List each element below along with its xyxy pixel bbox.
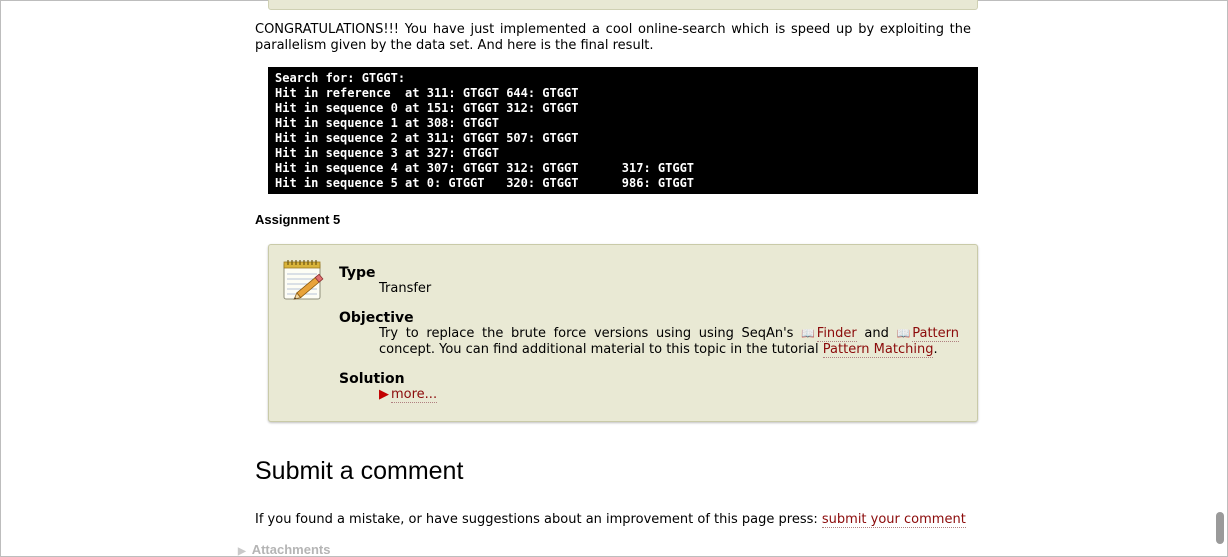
and-text: and — [864, 326, 889, 341]
objective-prefix: Try to replace the brute force versions … — [379, 326, 794, 341]
intro-paragraph: CONGRATULATIONS!!! You have just impleme… — [255, 22, 971, 53]
objective-middle: concept. You can find additional materia… — [379, 342, 819, 357]
finder-link[interactable]: Finder — [816, 326, 857, 342]
terminal-line: Search for: GTGGT: — [275, 71, 406, 85]
solution-label: Solution — [339, 371, 405, 387]
comment-text: If you found a mistake, or have suggesti… — [255, 512, 818, 527]
assignment-heading: Assignment 5 — [255, 212, 341, 227]
scrollbar-thumb[interactable] — [1216, 512, 1224, 544]
pattern-link[interactable]: Pattern — [912, 326, 959, 342]
book-icon: 📖 — [801, 327, 815, 340]
terminal-line: Hit in sequence 2 at 311: GTGGT 507: GTG… — [275, 131, 579, 145]
solution-toggle[interactable]: ▶ more... — [379, 387, 959, 403]
terminal-line: Hit in sequence 1 at 308: GTGGT — [275, 116, 499, 130]
attachments-toggle[interactable]: ▶ Attachments — [238, 542, 330, 557]
comment-paragraph: If you found a mistake, or have suggesti… — [255, 512, 966, 528]
book-icon: 📖 — [896, 327, 911, 340]
attachments-label: Attachments — [251, 542, 331, 557]
objective-text: Try to replace the brute force versions … — [379, 326, 959, 358]
objective-end: . — [933, 342, 938, 357]
terminal-line: Hit in sequence 3 at 327: GTGGT — [275, 146, 499, 160]
terminal-line: Hit in sequence 5 at 0: GTGGT 320: GTGGT… — [275, 176, 695, 190]
submit-comment-link[interactable]: submit your comment — [821, 512, 966, 528]
pattern-matching-link[interactable]: Pattern Matching — [822, 342, 934, 358]
terminal-output: Search for: GTGGT: Hit in reference at 3… — [268, 67, 978, 194]
notepad-pencil-icon — [283, 260, 324, 300]
type-value: Transfer — [379, 281, 432, 296]
assignment-box: Type Transfer Objective Try to replace t… — [268, 244, 978, 422]
terminal-line: Hit in sequence 4 at 307: GTGGT 312: GTG… — [275, 161, 695, 175]
previous-box-edge — [268, 0, 978, 10]
triangle-right-icon: ▶ — [379, 387, 389, 402]
assignment-details: Type Transfer Objective Try to replace t… — [339, 265, 959, 403]
objective-label: Objective — [339, 310, 414, 326]
more-link[interactable]: more... — [391, 387, 438, 403]
terminal-line: Hit in sequence 0 at 151: GTGGT 312: GTG… — [275, 101, 579, 115]
terminal-line: Hit in reference at 311: GTGGT 644: GTGG… — [275, 86, 579, 100]
type-label: Type — [339, 265, 376, 281]
submit-comment-heading: Submit a comment — [255, 457, 464, 485]
triangle-right-icon: ▶ — [238, 546, 246, 557]
